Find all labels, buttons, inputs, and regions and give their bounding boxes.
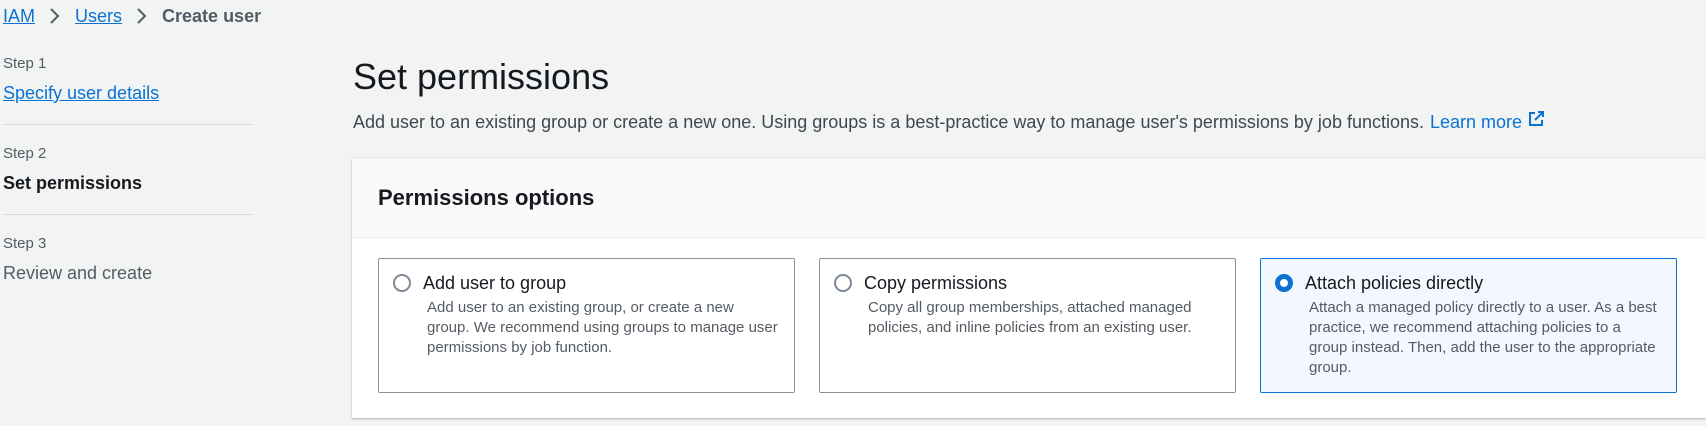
chevron-right-icon bbox=[49, 7, 61, 25]
radio-button-selected[interactable] bbox=[1275, 274, 1293, 292]
chevron-right-icon bbox=[136, 7, 148, 25]
page-title: Set permissions bbox=[353, 56, 610, 97]
option-copy-permissions[interactable]: Copy permissions Copy all group membersh… bbox=[819, 258, 1236, 393]
option-add-user-to-group[interactable]: Add user to group Add user to an existin… bbox=[378, 258, 795, 393]
permissions-options-panel: Permissions options Add user to group Ad… bbox=[352, 158, 1706, 418]
option-description: Attach a managed policy directly to a us… bbox=[1309, 299, 1657, 376]
radio-button[interactable] bbox=[393, 274, 411, 292]
main-content: Set permissions Add user to an existing … bbox=[353, 55, 1703, 134]
wizard-steps: Step 1 Specify user details Step 2 Set p… bbox=[3, 55, 253, 304]
page-description: Add user to an existing group or create … bbox=[353, 110, 1703, 134]
wizard-step-3: Step 3 Review and create bbox=[3, 214, 253, 304]
option-attach-policies-directly[interactable]: Attach policies directly Attach a manage… bbox=[1260, 258, 1677, 393]
option-title: Copy permissions bbox=[864, 273, 1008, 293]
breadcrumb-current: Create user bbox=[162, 5, 262, 26]
step-number: Step 1 bbox=[3, 55, 47, 72]
panel-title: Permissions options bbox=[378, 185, 595, 210]
step-number: Step 3 bbox=[3, 235, 47, 252]
external-link-icon bbox=[1522, 110, 1545, 134]
learn-more-link[interactable]: Learn more bbox=[1430, 110, 1545, 134]
breadcrumb-users-link[interactable]: Users bbox=[75, 6, 122, 27]
option-title: Attach policies directly bbox=[1305, 273, 1484, 293]
step-3-label: Review and create bbox=[3, 263, 153, 283]
panel-header: Permissions options bbox=[352, 159, 1706, 238]
wizard-step-2: Step 2 Set permissions bbox=[3, 124, 253, 214]
breadcrumb: IAM Users Create user bbox=[3, 5, 261, 27]
step-number: Step 2 bbox=[3, 145, 47, 162]
learn-more-label: Learn more bbox=[1430, 112, 1523, 132]
radio-button[interactable] bbox=[834, 274, 852, 292]
step-2-label: Set permissions bbox=[3, 173, 143, 193]
wizard-step-1: Step 1 Specify user details bbox=[3, 55, 253, 124]
breadcrumb-iam-link[interactable]: IAM bbox=[3, 6, 35, 27]
page-description-text: Add user to an existing group or create … bbox=[353, 112, 1424, 132]
option-description: Copy all group memberships, attached man… bbox=[868, 299, 1192, 336]
option-description: Add user to an existing group, or create… bbox=[427, 299, 778, 356]
step-1-link[interactable]: Specify user details bbox=[3, 83, 159, 103]
option-title: Add user to group bbox=[423, 273, 567, 293]
